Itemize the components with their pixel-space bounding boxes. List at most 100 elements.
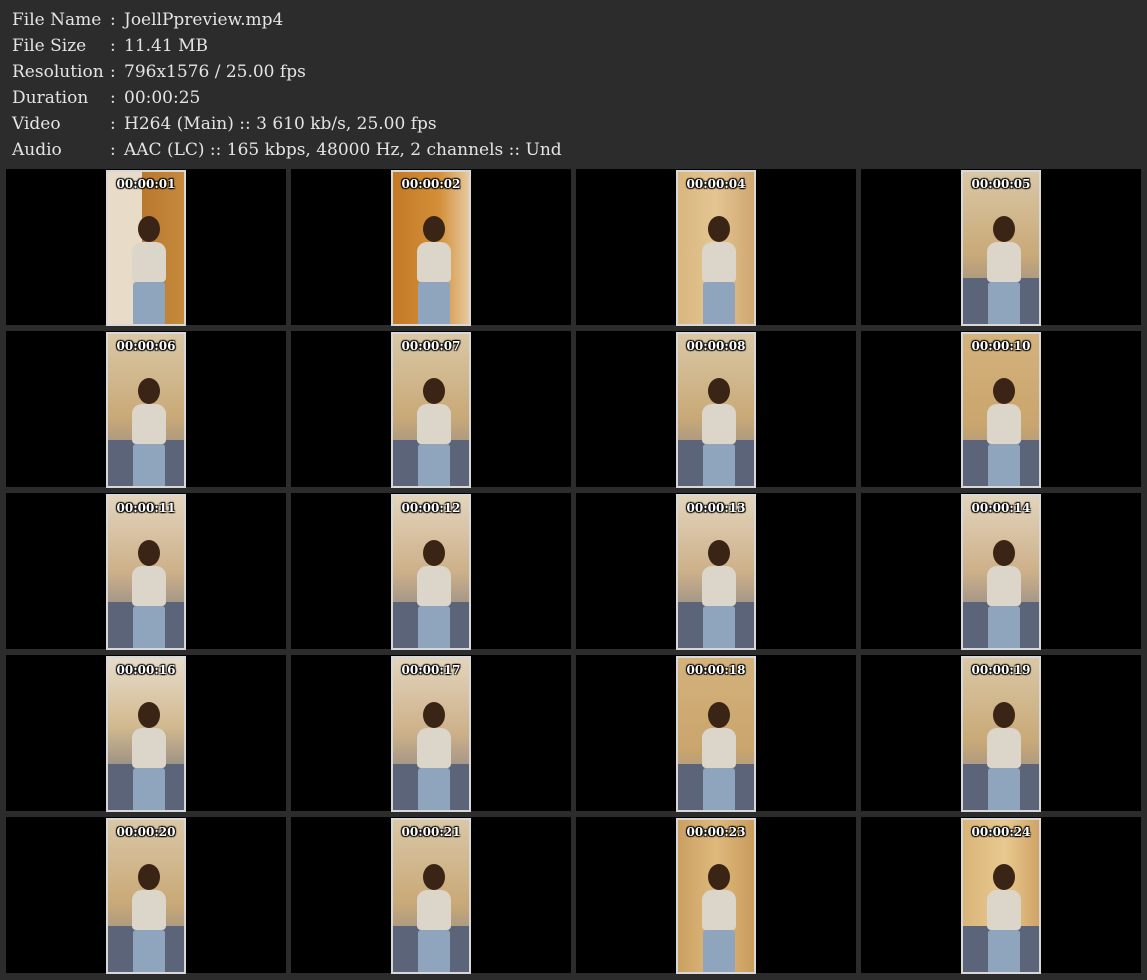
info-label: Resolution [12,62,104,82]
info-label: Duration [12,88,89,108]
frame-timecode: 00:00:02 [401,177,461,191]
frame-figure-head [993,702,1015,728]
video-frame-thumbnail[interactable]: 00:00:12 [391,494,471,650]
frame-figure-head [423,702,445,728]
thumbnail-cell: 00:00:05 [861,169,1141,326]
video-frame-thumbnail[interactable]: 00:00:08 [676,332,756,488]
video-frame-thumbnail[interactable]: 00:00:18 [676,656,756,812]
info-value-file-name: JoellPpreview.mp4 [124,10,284,30]
frame-figure-body [132,404,166,444]
frame-figure-head [708,216,730,242]
frame-figure-head [423,540,445,566]
frame-figure-legs [988,768,1020,810]
video-frame-thumbnail[interactable]: 00:00:04 [676,170,756,326]
info-value-file-size: 11.41 MB [124,36,208,56]
frame-timecode: 00:00:19 [971,663,1031,677]
frame-figure-legs [703,444,735,486]
thumbnail-cell: 00:00:19 [861,655,1141,812]
frame-figure-body [417,728,451,768]
video-frame-thumbnail[interactable]: 00:00:13 [676,494,756,650]
frame-timecode: 00:00:11 [116,501,176,515]
info-separator: : [110,36,116,56]
info-separator: : [110,62,116,82]
thumbnail-cell: 00:00:08 [576,331,856,488]
frame-figure-legs [988,606,1020,648]
frame-figure-head [708,702,730,728]
frame-figure-head [993,378,1015,404]
thumbnail-cell: 00:00:24 [861,817,1141,974]
frame-figure-body [987,242,1021,282]
video-frame-thumbnail[interactable]: 00:00:05 [961,170,1041,326]
frame-figure-body [987,890,1021,930]
video-frame-thumbnail[interactable]: 00:00:24 [961,818,1041,974]
frame-figure-head [138,216,160,242]
video-frame-thumbnail[interactable]: 00:00:20 [106,818,186,974]
video-frame-thumbnail[interactable]: 00:00:17 [391,656,471,812]
info-value-audio: AAC (LC) :: 165 kbps, 48000 Hz, 2 channe… [124,140,562,160]
frame-figure-legs [418,930,450,972]
thumbnail-cell: 00:00:23 [576,817,856,974]
frame-figure-legs [418,768,450,810]
thumbnail-cell: 00:00:10 [861,331,1141,488]
video-frame-thumbnail[interactable]: 00:00:01 [106,170,186,326]
video-frame-thumbnail[interactable]: 00:00:11 [106,494,186,650]
video-frame-thumbnail[interactable]: 00:00:23 [676,818,756,974]
frame-timecode: 00:00:06 [116,339,176,353]
frame-figure-head [708,864,730,890]
frame-timecode: 00:00:12 [401,501,461,515]
thumbnail-cell: 00:00:17 [291,655,571,812]
frame-figure-legs [133,282,165,324]
thumbnail-cell: 00:00:12 [291,493,571,650]
thumbnail-cell: 00:00:01 [6,169,286,326]
thumbnail-cell: 00:00:02 [291,169,571,326]
frame-figure-body [987,404,1021,444]
frame-figure-legs [988,930,1020,972]
frame-figure-legs [133,444,165,486]
thumbnail-grid: 00:00:01 00:00:02 00:00:04 00:00:05 00:00:06… [0,166,1147,980]
video-frame-thumbnail[interactable]: 00:00:07 [391,332,471,488]
info-label: File Name [12,10,102,30]
frame-figure-body [132,890,166,930]
frame-figure-legs [133,768,165,810]
frame-timecode: 00:00:05 [971,177,1031,191]
frame-figure-head [423,216,445,242]
frame-figure-body [132,242,166,282]
frame-figure-body [702,404,736,444]
frame-figure-legs [133,930,165,972]
frame-figure-legs [418,444,450,486]
video-frame-thumbnail[interactable]: 00:00:10 [961,332,1041,488]
frame-figure-body [417,242,451,282]
video-frame-thumbnail[interactable]: 00:00:02 [391,170,471,326]
video-frame-thumbnail[interactable]: 00:00:19 [961,656,1041,812]
thumbnail-cell: 00:00:20 [6,817,286,974]
frame-figure-head [138,702,160,728]
frame-timecode: 00:00:04 [686,177,746,191]
frame-figure-head [423,378,445,404]
thumbnail-cell: 00:00:11 [6,493,286,650]
video-frame-thumbnail[interactable]: 00:00:16 [106,656,186,812]
frame-figure-body [702,890,736,930]
frame-timecode: 00:00:23 [686,825,746,839]
frame-figure-legs [133,606,165,648]
frame-figure-body [702,242,736,282]
info-label: Video [12,114,61,134]
frame-figure-legs [418,282,450,324]
thumbnail-cell: 00:00:04 [576,169,856,326]
frame-timecode: 00:00:17 [401,663,461,677]
frame-figure-head [708,540,730,566]
video-frame-thumbnail[interactable]: 00:00:14 [961,494,1041,650]
frame-figure-body [417,566,451,606]
thumbnail-cell: 00:00:06 [6,331,286,488]
frame-figure-body [132,728,166,768]
frame-timecode: 00:00:10 [971,339,1031,353]
info-value-duration: 00:00:25 [124,88,201,108]
frame-figure-head [993,216,1015,242]
info-value-resolution: 796x1576 / 25.00 fps [124,62,306,82]
video-frame-thumbnail[interactable]: 00:00:06 [106,332,186,488]
video-frame-thumbnail[interactable]: 00:00:21 [391,818,471,974]
frame-figure-head [993,864,1015,890]
frame-figure-legs [418,606,450,648]
info-label: Audio [12,140,62,160]
frame-timecode: 00:00:20 [116,825,176,839]
frame-timecode: 00:00:18 [686,663,746,677]
